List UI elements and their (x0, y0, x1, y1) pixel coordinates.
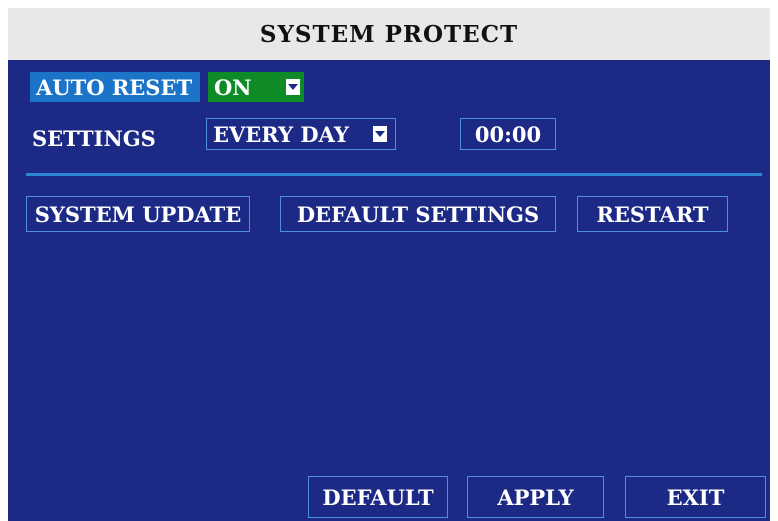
auto-reset-label: AUTO RESET (30, 72, 200, 102)
system-protect-screen: SYSTEM PROTECT AUTO RESET ON SETTINGS EV… (0, 0, 778, 521)
system-update-button[interactable]: SYSTEM UPDATE (26, 196, 250, 232)
default-settings-button[interactable]: DEFAULT SETTINGS (280, 196, 556, 232)
apply-button[interactable]: APPLY (467, 476, 604, 518)
auto-reset-value: ON (214, 74, 252, 100)
settings-label: SETTINGS (32, 126, 156, 151)
default-button[interactable]: DEFAULT (308, 476, 448, 518)
restart-button[interactable]: RESTART (577, 196, 728, 232)
page-title: SYSTEM PROTECT (8, 8, 770, 60)
auto-reset-select[interactable]: ON (208, 72, 304, 102)
exit-button[interactable]: EXIT (625, 476, 766, 518)
time-field[interactable]: 00:00 (460, 118, 556, 150)
divider (26, 173, 762, 176)
chevron-down-icon (286, 79, 300, 95)
frequency-value: EVERY DAY (213, 121, 349, 147)
settings-panel: AUTO RESET ON SETTINGS EVERY DAY 00:00 S… (8, 60, 770, 521)
frequency-select[interactable]: EVERY DAY (206, 118, 396, 150)
chevron-down-icon (373, 126, 387, 142)
